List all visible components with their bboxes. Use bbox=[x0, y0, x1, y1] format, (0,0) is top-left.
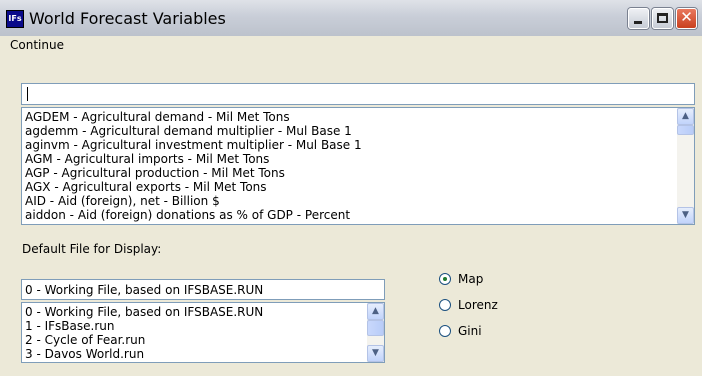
variable-list-scrollbar[interactable]: ▲ ▼ bbox=[677, 108, 694, 224]
list-item[interactable]: aiddon - Aid (foreign) donations as % of… bbox=[25, 208, 350, 222]
scroll-thumb[interactable] bbox=[677, 125, 694, 135]
scroll-up-button[interactable]: ▲ bbox=[677, 108, 694, 125]
text-caret bbox=[27, 87, 28, 101]
radio-circle[interactable] bbox=[439, 325, 451, 337]
list-item[interactable]: AGDEM - Agricultural demand - Mil Met To… bbox=[25, 110, 290, 124]
scroll-up-button[interactable]: ▲ bbox=[367, 303, 384, 320]
radio-dot bbox=[443, 277, 447, 281]
file-list-scrollbar[interactable]: ▲ ▼ bbox=[367, 303, 384, 362]
file-list[interactable]: 0 - Working File, based on IFSBASE.RUN 1… bbox=[21, 302, 385, 363]
default-file-field[interactable]: 0 - Working File, based on IFSBASE.RUN bbox=[21, 279, 385, 300]
chevron-up-icon: ▲ bbox=[682, 111, 689, 121]
list-item[interactable]: 1 - IFsBase.run bbox=[25, 319, 114, 333]
scroll-down-button[interactable]: ▼ bbox=[367, 345, 384, 362]
default-file-value: 0 - Working File, based on IFSBASE.RUN bbox=[25, 283, 264, 297]
list-item[interactable]: aginvm - Agricultural investment multipl… bbox=[25, 138, 362, 152]
window-title: World Forecast Variables bbox=[29, 9, 226, 28]
list-item[interactable]: AID - Aid (foreign), net - Billion $ bbox=[25, 194, 220, 208]
list-item[interactable]: 0 - Working File, based on IFSBASE.RUN bbox=[25, 305, 263, 319]
scroll-thumb[interactable] bbox=[367, 320, 384, 336]
close-button[interactable]: ✕ bbox=[676, 8, 697, 29]
scroll-down-button[interactable]: ▼ bbox=[677, 207, 694, 224]
variable-list[interactable]: AGDEM - Agricultural demand - Mil Met To… bbox=[21, 107, 695, 225]
radio-label: Lorenz bbox=[458, 298, 498, 312]
radio-circle[interactable] bbox=[439, 273, 451, 285]
radio-circle[interactable] bbox=[439, 299, 451, 311]
close-icon: ✕ bbox=[680, 8, 693, 26]
list-item[interactable]: 3 - Davos World.run bbox=[25, 347, 144, 361]
minimize-icon bbox=[634, 21, 642, 24]
maximize-icon bbox=[657, 13, 668, 23]
variable-search-input[interactable] bbox=[21, 83, 695, 105]
list-item[interactable]: AGP - Agricultural production - Mil Met … bbox=[25, 166, 285, 180]
chevron-down-icon: ▼ bbox=[682, 210, 689, 220]
maximize-button[interactable] bbox=[652, 8, 673, 29]
list-item[interactable]: agdemm - Agricultural demand multiplier … bbox=[25, 124, 352, 138]
list-item[interactable]: 2 - Cycle of Fear.run bbox=[25, 333, 145, 347]
menu-bar: Continue bbox=[0, 36, 702, 54]
chevron-up-icon: ▲ bbox=[372, 306, 379, 316]
app-icon: IFs bbox=[6, 10, 24, 28]
chevron-down-icon: ▼ bbox=[372, 348, 379, 358]
radio-label: Map bbox=[458, 272, 484, 286]
list-item[interactable]: AGX - Agricultural exports - Mil Met Ton… bbox=[25, 180, 267, 194]
title-bar: IFs World Forecast Variables ✕ bbox=[0, 0, 702, 37]
list-item[interactable]: AGM - Agricultural imports - Mil Met Ton… bbox=[25, 152, 269, 166]
menu-continue[interactable]: Continue bbox=[10, 38, 64, 52]
default-file-label: Default File for Display: bbox=[22, 242, 162, 256]
minimize-button[interactable] bbox=[628, 8, 649, 29]
radio-label: Gini bbox=[458, 324, 482, 338]
